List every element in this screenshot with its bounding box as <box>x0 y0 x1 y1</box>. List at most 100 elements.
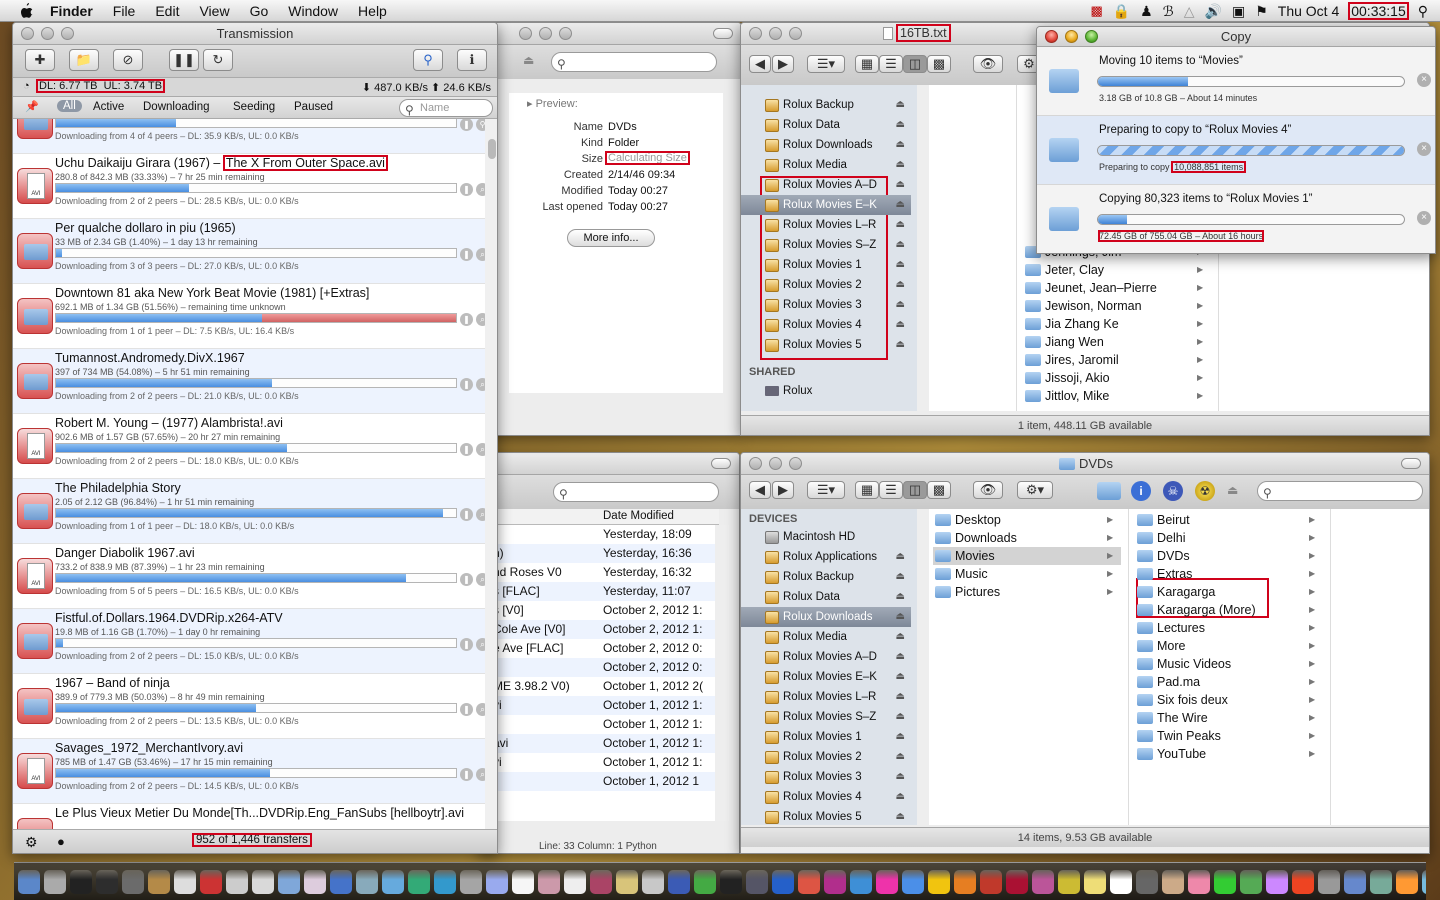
torrent-row[interactable]: AVI Robert M. Young – (1977) Alambrista!.… <box>13 414 485 479</box>
dock-app-icon[interactable] <box>1214 869 1236 894</box>
action-button[interactable]: ⚙▾ <box>1017 481 1053 499</box>
column-item-person[interactable]: Jiang Wen ▶ <box>1023 333 1211 351</box>
zoom-button[interactable] <box>789 457 802 470</box>
dock-app-icon[interactable] <box>980 869 1002 894</box>
reveal-icon[interactable]: ⌕ <box>476 183 485 196</box>
column-item-folder[interactable]: Desktop ▶ <box>933 511 1121 529</box>
arrange-button[interactable]: ☰▾ <box>807 481 845 499</box>
clock-time[interactable]: 00:33:15 <box>1348 2 1409 20</box>
pause-icon[interactable]: ❚ <box>460 638 473 651</box>
torrent-row[interactable]: AVI Danger Diabolik 1967.avi 733.2 of 838.… <box>13 544 485 609</box>
list-row[interactable]: avi October 1, 2012 1: <box>479 734 715 753</box>
pause-icon[interactable]: ❚ <box>460 703 473 716</box>
dock-app-icon[interactable] <box>590 869 612 894</box>
column-item-folder[interactable]: Pad.ma ▶ <box>1135 673 1323 691</box>
dock-app-icon[interactable] <box>1396 869 1418 894</box>
dock-app-icon[interactable] <box>746 869 768 894</box>
sidebar-item-drive[interactable]: Rolux Movies S–Z ⏏ <box>741 707 911 727</box>
dock-app-icon[interactable] <box>1162 869 1184 894</box>
column-item-folder[interactable]: Extras ▶ <box>1135 565 1323 583</box>
reveal-icon[interactable]: ⌕ <box>476 248 485 261</box>
name-filter-field[interactable]: ⚲ Name <box>399 99 493 117</box>
dock-app-icon[interactable] <box>1136 869 1158 894</box>
dock-app-icon[interactable] <box>564 869 586 894</box>
column-item-folder[interactable]: Karagarga ▶ <box>1135 583 1323 601</box>
eject-icon[interactable]: ⏏ <box>896 95 905 115</box>
quicklook-button[interactable]: 👁 <box>973 481 1003 499</box>
eject-icon[interactable]: ⏏ <box>896 275 905 295</box>
column-item-folder[interactable]: Pictures ▶ <box>933 583 1121 601</box>
eject-icon[interactable]: ⏏ <box>896 687 905 707</box>
list-row[interactable]: Yesterday, 18:09 <box>479 525 715 544</box>
sidebar-item-drive[interactable]: Rolux Movies 4 ⏏ <box>741 787 911 807</box>
eject-icon[interactable]: ⏏ <box>896 175 905 195</box>
dock-app-icon[interactable] <box>1032 869 1054 894</box>
eject-icon[interactable]: ⏏ <box>896 335 905 355</box>
list-row[interactable]: viOctober 1, 2012 1: <box>479 753 715 772</box>
dock-app-icon[interactable] <box>642 869 664 894</box>
new-folder-icon[interactable] <box>1097 482 1121 500</box>
torrent-row[interactable]: Downtown 81 aka New York Beat Movie (198… <box>13 284 485 349</box>
torrent-row[interactable]: Tumannost.Andromedy.DivX.1967 397 of 734 … <box>13 349 485 414</box>
reveal-icon[interactable]: ⌕ <box>476 703 485 716</box>
reveal-icon[interactable]: ⌕ <box>476 573 485 586</box>
dock-app-icon[interactable] <box>1058 869 1080 894</box>
dock-app-icon[interactable] <box>252 869 274 894</box>
resume-all-button[interactable]: ↻ <box>203 49 233 71</box>
list-column-header[interactable]: Date Modified <box>479 509 719 525</box>
date-modified-header[interactable]: Date Modified <box>603 510 674 522</box>
sidebar-item-drive[interactable]: Rolux Data ⏏ <box>741 587 911 607</box>
reveal-icon[interactable]: ⌕ <box>476 768 485 781</box>
list-row[interactable]: s [FLAC] Yesterday, 11:07 <box>479 582 715 601</box>
toolbar-toggle[interactable] <box>713 28 733 39</box>
pause-icon[interactable]: ❚ <box>460 573 473 586</box>
minimize-button[interactable] <box>41 27 54 40</box>
eject-icon[interactable]: ⏏ <box>896 547 905 567</box>
remove-button[interactable]: ⊘ <box>113 49 143 71</box>
dock-app-icon[interactable] <box>1292 869 1314 894</box>
eject-icon[interactable]: ⏏ <box>896 567 905 587</box>
menu-view[interactable]: View <box>189 3 239 19</box>
burn-icon[interactable]: ☢ <box>1195 481 1215 501</box>
inspector-button[interactable]: ℹ <box>457 49 487 71</box>
sidebar-item-drive[interactable]: Rolux Movies 1 ⏏ <box>741 727 911 747</box>
sidebar-item-drive[interactable]: Rolux Media ⏏ <box>741 155 911 175</box>
more-info-button[interactable]: More info... <box>567 229 655 247</box>
dock-app-icon[interactable] <box>1188 869 1210 894</box>
list-row[interactable]: s [V0] October 2, 2012 1: <box>479 601 715 620</box>
eject-icon[interactable]: ⏏ <box>896 807 905 825</box>
list-row[interactable]: October 1, 2012 1: <box>479 715 715 734</box>
dock-app-icon[interactable] <box>824 869 846 894</box>
menu-window[interactable]: Window <box>278 3 348 19</box>
torrent-row[interactable]: AVI Uchu Daikaiju Girara (1967) – The X F… <box>13 154 485 219</box>
pause-icon[interactable]: ❚ <box>460 508 473 521</box>
cancel-copy-button[interactable]: × <box>1417 73 1431 87</box>
eject-icon[interactable]: ⏏ <box>896 627 905 647</box>
pin-icon[interactable]: 📌 <box>25 100 39 113</box>
dock-app-icon[interactable] <box>798 869 820 894</box>
sidebar-item-drive[interactable]: Rolux Movies E–K ⏏ <box>741 195 911 215</box>
pause-icon[interactable]: ❚ <box>460 119 473 131</box>
cancel-copy-button[interactable]: × <box>1417 142 1431 156</box>
dock-app-icon[interactable] <box>148 869 170 894</box>
sidebar-item-drive[interactable]: Rolux Backup ⏏ <box>741 567 911 587</box>
eject-icon[interactable]: ⏏ <box>896 707 905 727</box>
filter-search-button[interactable]: ⚲ <box>413 49 443 71</box>
reveal-icon[interactable]: ⌕ <box>476 313 485 326</box>
dock-app-icon[interactable] <box>954 869 976 894</box>
pause-icon[interactable]: ❚ <box>460 443 473 456</box>
eject-icon[interactable]: ⏏ <box>896 215 905 235</box>
stats-icon[interactable]: ◔ <box>23 80 30 92</box>
column-item-folder[interactable]: The Wire ▶ <box>1135 709 1323 727</box>
sidebar-item-drive[interactable]: Rolux Movies 3 ⏏ <box>741 295 911 315</box>
dock-app-icon[interactable] <box>70 869 92 894</box>
eject-icon[interactable]: ⏏ <box>896 135 905 155</box>
volume-icon[interactable]: 🔊 <box>1205 3 1222 20</box>
dock-app-icon[interactable] <box>44 869 66 894</box>
column-item-person[interactable]: Jewison, Norman ▶ <box>1023 297 1211 315</box>
open-folder-button[interactable]: 📁 <box>69 49 99 71</box>
reveal-icon[interactable]: ⚲ <box>476 119 485 131</box>
cancel-copy-button[interactable]: × <box>1417 211 1431 225</box>
arrange-button[interactable]: ☰▾ <box>807 55 845 73</box>
dock-app-icon[interactable] <box>226 869 248 894</box>
